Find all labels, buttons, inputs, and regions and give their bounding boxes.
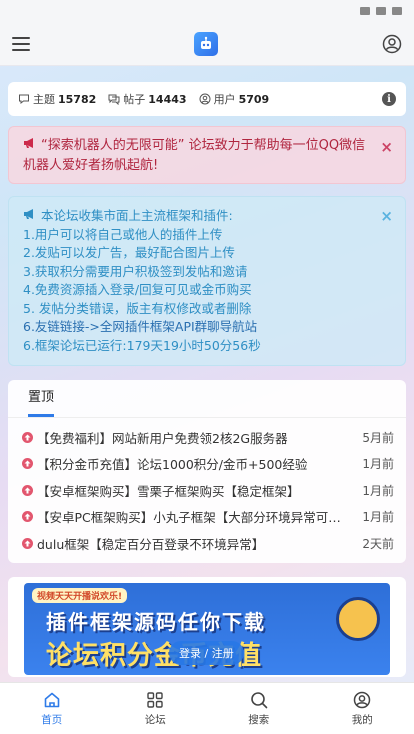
banner-tag: 视频天天开播说欢乐! [32, 587, 128, 603]
arrow-up-icon [22, 537, 33, 549]
pinned-post-time: 1月前 [362, 483, 394, 498]
pinned-post-time: 5月前 [362, 430, 394, 445]
coin-illustration-icon [336, 596, 380, 641]
nav-forum-label: 论坛 [144, 713, 166, 726]
rules-line: 1.用户可以将自己或他人的插件上传 [23, 226, 223, 242]
nav-home-label: 首页 [41, 713, 63, 726]
close-announcement-button[interactable]: × [380, 137, 393, 157]
banner-headline: 插件框架源码任你下载 [46, 609, 266, 634]
pinned-post-time: 1月前 [362, 510, 394, 525]
info-icon[interactable]: i [382, 92, 396, 106]
rules-line: 2.发贴可以发广告，最好配合图片上传 [23, 245, 235, 260]
arrow-up-icon [22, 484, 33, 496]
rules-line: 6.框架论坛已运行:179天19小时50分56秒 [23, 337, 261, 353]
nav-home[interactable]: 首页 [22, 691, 82, 727]
menu-icon[interactable] [12, 36, 30, 51]
main-content: 主题 15782 帖子 14443 用户 5709 i “探索机器人的无限可能”… [0, 66, 414, 677]
stat-users-value: 5709 [238, 92, 270, 106]
rules-line: 3.获取积分需要用户积极签到发帖和邀请 [23, 263, 248, 279]
rules-alert: 本论坛收集市面上主流框架和插件: 1.用户可以将自己或他人的插件上传 2.发贴可… [8, 196, 406, 366]
rules-line-text: 本论坛收集市面上主流框架和插件: [41, 208, 233, 223]
status-bar [0, 0, 414, 22]
home-icon [44, 692, 60, 707]
login-register-button[interactable]: 登录 / 注册 [169, 641, 244, 665]
arrow-up-icon [22, 458, 33, 470]
stat-topics-label: 主题 [33, 93, 55, 106]
megaphone-icon [24, 209, 33, 219]
pinned-post-title[interactable]: 【免费福利】网站新用户免费领2核2G服务器 [37, 428, 352, 447]
robot-icon [201, 36, 211, 49]
top-app-bar [0, 22, 414, 66]
pinned-posts-card: 置顶 【免费福利】网站新用户免费领2核2G服务器 5月前 【积分金币充值】论坛1… [8, 380, 406, 563]
tab-pinned[interactable]: 置顶 [28, 390, 55, 417]
friend-link-line[interactable]: 6.友链链接->全网插件框架API群聊导航站 [23, 318, 377, 337]
user-icon [354, 691, 371, 708]
close-rules-button[interactable]: × [380, 207, 393, 226]
pinned-post-title[interactable]: dulu框架【稳定百分百登录不环境异常】 [37, 534, 352, 553]
pinned-post-title[interactable]: 【安卓PC框架购买】小丸子框架【大部分环境异常可… [37, 507, 352, 526]
announcement-text: “探索机器人的无限可能” 论坛致力于帮助每一位QQ微信机器人爱好者扬帆起航! [23, 138, 366, 173]
nav-me-label: 我的 [351, 713, 373, 726]
rules-line: 4.免费资源插入登录/回复可见或金币购买 [23, 282, 252, 297]
pinned-post-time: 1月前 [362, 457, 394, 472]
pinned-post-row[interactable]: 【安卓框架购买】雪栗子框架购买【稳定框架】 1月前 [8, 477, 406, 504]
rules-line: 5. 发帖分类错误，版主有权修改或者删除 [23, 300, 252, 316]
signal-icon [360, 7, 370, 15]
stat-posts-label: 帖子 [123, 93, 146, 106]
battery-icon [392, 7, 402, 15]
pinned-post-time: 2天前 [362, 536, 394, 551]
status-icons [360, 7, 402, 15]
stat-topics: 主题 15782 [18, 91, 96, 107]
posts-icon [108, 94, 120, 105]
stat-posts-value: 14443 [148, 92, 187, 106]
pinned-post-title[interactable]: 【积分金币充值】论坛1000积分/金币+500经验 [37, 454, 352, 473]
arrow-up-icon [22, 431, 33, 443]
bottom-navigation: 首页 论坛 搜索 我的 [0, 682, 414, 734]
nav-search[interactable]: 搜索 [229, 691, 289, 727]
arrow-up-icon [22, 511, 33, 523]
announcement-alert: “探索机器人的无限可能” 论坛致力于帮助每一位QQ微信机器人爱好者扬帆起航! × [8, 126, 406, 184]
nav-me[interactable]: 我的 [332, 691, 392, 727]
grid-icon [147, 691, 163, 708]
user-icon [199, 93, 211, 105]
search-icon [250, 691, 268, 708]
wifi-icon [376, 7, 386, 15]
rules-line: 本论坛收集市面上主流框架和插件: [23, 207, 377, 226]
forum-stats-bar: 主题 15782 帖子 14443 用户 5709 i [8, 82, 406, 116]
stat-posts: 帖子 14443 [108, 91, 187, 107]
pinned-post-row[interactable]: 【安卓PC框架购买】小丸子框架【大部分环境异常可… 1月前 [8, 504, 406, 531]
nav-search-label: 搜索 [248, 713, 270, 726]
pinned-post-row[interactable]: 【免费福利】网站新用户免费领2核2G服务器 5月前 [8, 424, 406, 451]
user-profile-icon[interactable] [382, 34, 402, 54]
pinned-post-row[interactable]: dulu框架【稳定百分百登录不环境异常】 2天前 [8, 530, 406, 557]
nav-forum[interactable]: 论坛 [125, 691, 185, 727]
stat-users: 用户 5709 [199, 91, 270, 107]
pinned-post-row[interactable]: 【积分金币充值】论坛1000积分/金币+500经验 1月前 [8, 451, 406, 478]
stat-topics-value: 15782 [58, 92, 97, 106]
pinned-post-title[interactable]: 【安卓框架购买】雪栗子框架购买【稳定框架】 [37, 481, 352, 500]
app-logo[interactable] [194, 31, 218, 56]
stat-users-label: 用户 [213, 93, 236, 106]
megaphone-icon [24, 138, 33, 148]
comment-icon [19, 94, 29, 105]
pinned-tab-bar: 置顶 [8, 380, 406, 418]
